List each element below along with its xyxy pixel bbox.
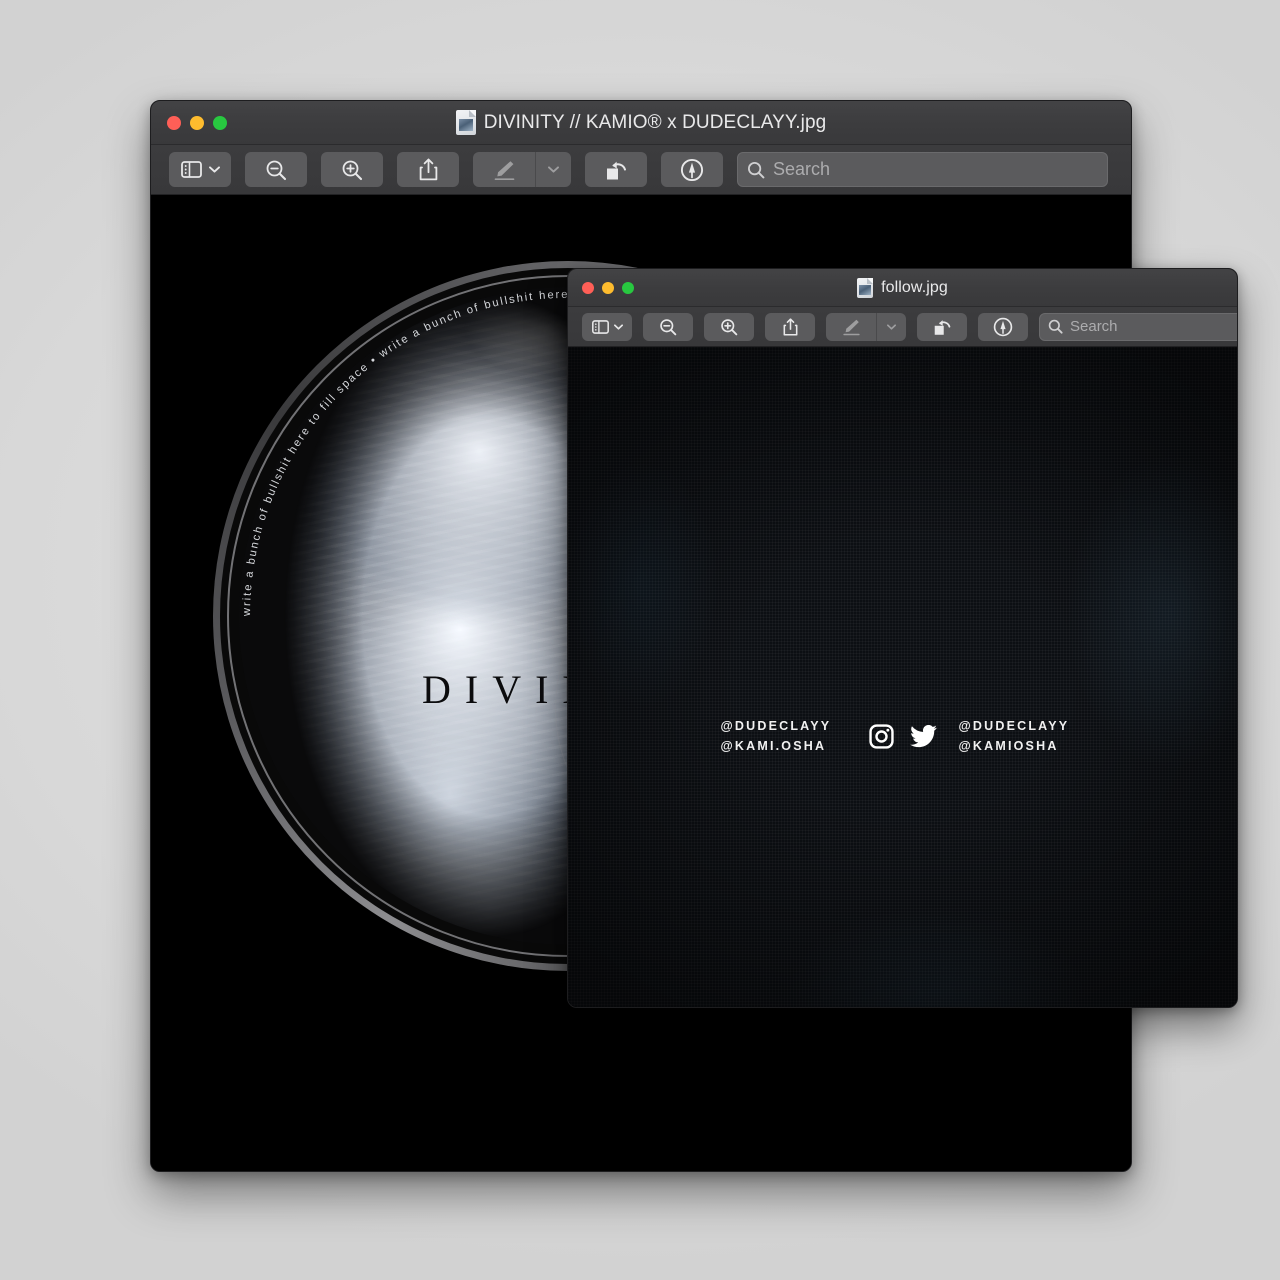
toolbar[interactable]: Search <box>151 145 1131 195</box>
share-icon <box>419 158 438 181</box>
minimize-button[interactable] <box>602 281 614 294</box>
search-field[interactable]: Search <box>737 152 1108 187</box>
sidebar-view-button[interactable] <box>582 312 632 341</box>
desktop-background: DIVINITY // KAMIO® x DUDECLAYY.jpg Searc… <box>0 0 1280 1280</box>
toolbar[interactable]: Search <box>568 307 1237 347</box>
twitter-handles: @DUDECLAYY @KAMIOSHA <box>959 719 1085 753</box>
markup-options-button[interactable] <box>535 152 571 187</box>
markup-options-button[interactable] <box>876 312 906 341</box>
traffic-lights[interactable] <box>582 281 634 294</box>
annotate-button[interactable] <box>661 152 723 187</box>
search-field[interactable]: Search <box>1039 312 1237 341</box>
traffic-lights[interactable] <box>167 115 227 130</box>
zoom-button[interactable] <box>213 115 227 130</box>
image-canvas-follow: @DUDECLAYY @KAMI.OSHA @DUDECLAYY @KAMIOS… <box>568 347 1237 1007</box>
share-button[interactable] <box>397 152 459 187</box>
rotate-left-icon <box>605 159 628 181</box>
search-placeholder: Search <box>773 159 831 179</box>
markup-button[interactable] <box>473 152 535 187</box>
window-title-text: DIVINITY // KAMIO® x DUDECLAYY.jpg <box>483 111 827 133</box>
zoom-button[interactable] <box>622 281 634 294</box>
handle-text: @DUDECLAYY <box>958 719 1070 733</box>
window-title-text: follow.jpg <box>881 278 948 296</box>
markup-pen-icon <box>493 159 516 181</box>
zoom-out-icon <box>659 318 677 336</box>
search-icon <box>747 161 765 179</box>
chevron-down-icon <box>548 166 559 173</box>
zoom-out-button[interactable] <box>245 152 307 187</box>
zoom-in-button[interactable] <box>704 312 754 341</box>
vignette-overlay <box>568 347 1237 1007</box>
chevron-down-icon <box>208 166 220 173</box>
titlebar[interactable]: follow.jpg <box>568 269 1237 307</box>
annotate-icon <box>993 317 1013 337</box>
search-icon <box>1048 319 1063 334</box>
titlebar[interactable]: DIVINITY // KAMIO® x DUDECLAYY.jpg <box>151 101 1131 145</box>
share-icon <box>783 317 798 336</box>
handle-text: @KAMI.OSHA <box>720 739 827 753</box>
handle-text: @DUDECLAYY <box>720 719 832 733</box>
handle-text: @KAMIOSHA <box>958 739 1059 753</box>
sidebar-icon <box>591 319 609 334</box>
chevron-down-icon <box>613 323 623 330</box>
social-icons <box>868 723 937 749</box>
window-title: DIVINITY // KAMIO® x DUDECLAYY.jpg <box>151 110 1131 135</box>
jpeg-document-icon <box>857 277 874 298</box>
sidebar-view-button[interactable] <box>169 152 231 187</box>
markup-button[interactable] <box>826 313 876 341</box>
twitter-icon <box>909 724 937 748</box>
share-button[interactable] <box>765 312 815 341</box>
zoom-out-button[interactable] <box>643 312 693 341</box>
social-handles-row: @DUDECLAYY @KAMI.OSHA @DUDECLAYY @KAMIOS… <box>568 719 1237 753</box>
markup-button-group[interactable] <box>826 312 906 341</box>
rotate-left-button[interactable] <box>917 312 967 341</box>
annotate-button[interactable] <box>978 312 1028 341</box>
instagram-handles: @DUDECLAYY @KAMI.OSHA <box>721 719 847 753</box>
zoom-out-icon <box>265 159 287 181</box>
close-button[interactable] <box>167 115 181 130</box>
annotate-icon <box>680 158 704 182</box>
rotate-left-button[interactable] <box>585 152 647 187</box>
zoom-in-icon <box>720 318 738 336</box>
markup-button-group[interactable] <box>473 152 571 187</box>
instagram-icon <box>868 723 894 749</box>
minimize-button[interactable] <box>190 115 204 130</box>
jpeg-document-icon <box>455 110 476 135</box>
markup-pen-icon <box>842 318 861 336</box>
search-placeholder: Search <box>1070 318 1118 335</box>
rotate-left-icon <box>933 318 952 336</box>
chevron-down-icon <box>887 323 896 330</box>
sidebar-icon <box>180 161 202 178</box>
close-button[interactable] <box>582 281 594 294</box>
follow-artwork: @DUDECLAYY @KAMI.OSHA @DUDECLAYY @KAMIOS… <box>568 347 1237 1007</box>
zoom-in-icon <box>341 159 363 181</box>
preview-window-follow[interactable]: follow.jpg Search @DUDECLAYY @KAMI.OSHA … <box>567 268 1238 1008</box>
window-title: follow.jpg <box>568 277 1237 298</box>
zoom-in-button[interactable] <box>321 152 383 187</box>
